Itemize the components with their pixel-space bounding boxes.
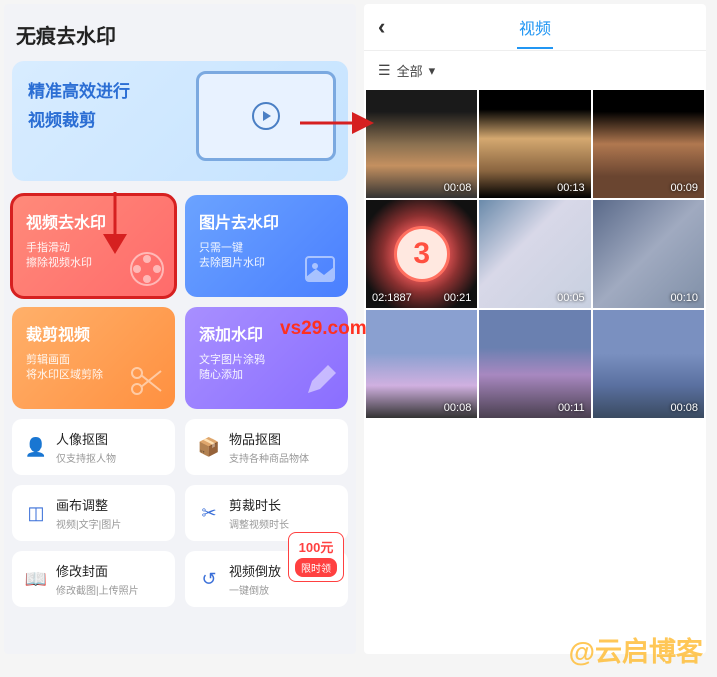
tool-sub: 支持各种商品物体 — [229, 450, 336, 465]
promo-badge[interactable]: 100元 限时领 — [288, 532, 344, 582]
duration: 00:13 — [557, 182, 585, 194]
chevron-down-icon: ▾ — [429, 63, 436, 79]
reverse-icon: ↺ — [197, 567, 221, 591]
extra-text: 02:1887 — [372, 292, 412, 304]
tool-sub: 视频|文字|图片 — [56, 516, 163, 531]
watermark-url: vs29.com — [280, 318, 367, 340]
video-thumb[interactable]: 00:08 — [593, 310, 704, 418]
tool-edit-cover[interactable]: 📖 修改封面修改截图|上传照片 — [12, 551, 175, 607]
video-thumb[interactable]: 00:08 — [366, 90, 477, 198]
tool-title: 修改封面 — [56, 561, 163, 580]
tool-sub: 仅支持抠人物 — [56, 450, 163, 465]
tool-object-cutout[interactable]: 📦 物品抠图支持各种商品物体 — [185, 419, 348, 475]
promo-amount: 100元 — [295, 537, 337, 556]
duration: 00:08 — [444, 182, 472, 194]
person-icon: 👤 — [24, 435, 48, 459]
tool-canvas-adjust[interactable]: ◫ 画布调整视频|文字|图片 — [12, 485, 175, 541]
filter-dropdown[interactable]: ☰ 全部 ▾ — [364, 51, 706, 90]
play-icon — [252, 102, 280, 130]
tool-title: 物品抠图 — [229, 429, 336, 448]
duration: 00:09 — [670, 182, 698, 194]
video-thumb[interactable]: 00:13 — [479, 90, 590, 198]
list-icon: ☰ — [378, 62, 391, 79]
card-title: 裁剪视频 — [26, 321, 161, 345]
tool-title: 画布调整 — [56, 495, 163, 514]
duration: 00:05 — [557, 292, 585, 304]
pencil-icon — [300, 361, 340, 401]
trim-icon: ✂ — [197, 501, 221, 525]
video-thumb[interactable]: 00:10 — [593, 200, 704, 308]
video-thumb[interactable]: 00:08 — [366, 310, 477, 418]
tool-title: 剪裁时长 — [229, 495, 336, 514]
watermark-blog: @云启博客 — [569, 630, 703, 669]
back-button[interactable]: ‹ — [378, 14, 408, 40]
tool-title: 人像抠图 — [56, 429, 163, 448]
scissors-icon — [127, 361, 167, 401]
duration: 00:08 — [670, 402, 698, 414]
page-title: 无痕去水印 — [12, 12, 348, 61]
card-crop-video[interactable]: 裁剪视频 剪辑画面 将水印区域剪除 — [12, 307, 175, 409]
card-video-watermark-remove[interactable]: 视频去水印 手指滑动 擦除视频水印 — [12, 195, 175, 297]
box-icon: 📦 — [197, 435, 221, 459]
tab-video[interactable]: 视频 — [408, 15, 662, 39]
card-title: 图片去水印 — [199, 209, 334, 233]
tool-person-cutout[interactable]: 👤 人像抠图仅支持抠人物 — [12, 419, 175, 475]
countdown-number: 3 — [394, 226, 450, 282]
annotation-arrow-down — [95, 190, 135, 260]
duration: 00:10 — [670, 292, 698, 304]
video-grid: 00:08 00:13 00:09 3 02:1887 00:21 00:05 00… — [364, 90, 706, 418]
duration: 00:11 — [558, 402, 585, 414]
filter-label: 全部 — [397, 61, 423, 80]
duration: 00:21 — [444, 292, 472, 304]
gallery-header: ‹ 视频 — [364, 4, 706, 51]
image-icon — [300, 249, 340, 289]
annotation-arrow-right — [298, 108, 378, 138]
card-image-watermark-remove[interactable]: 图片去水印 只需一键 去除图片水印 — [185, 195, 348, 297]
tool-sub: 一键倒放 — [229, 582, 336, 597]
video-thumb[interactable]: 00:05 — [479, 200, 590, 308]
tool-sub: 修改截图|上传照片 — [56, 582, 163, 597]
video-thumb[interactable]: 00:11 — [479, 310, 590, 418]
tool-sub: 调整视频时长 — [229, 516, 336, 531]
duration: 00:08 — [444, 402, 472, 414]
crop-icon: ◫ — [24, 501, 48, 525]
card-title: 视频去水印 — [26, 209, 161, 233]
video-thumb[interactable]: 3 02:1887 00:21 — [366, 200, 477, 308]
promo-label: 限时领 — [295, 558, 337, 577]
video-thumb[interactable]: 00:09 — [593, 90, 704, 198]
cover-icon: 📖 — [24, 567, 48, 591]
